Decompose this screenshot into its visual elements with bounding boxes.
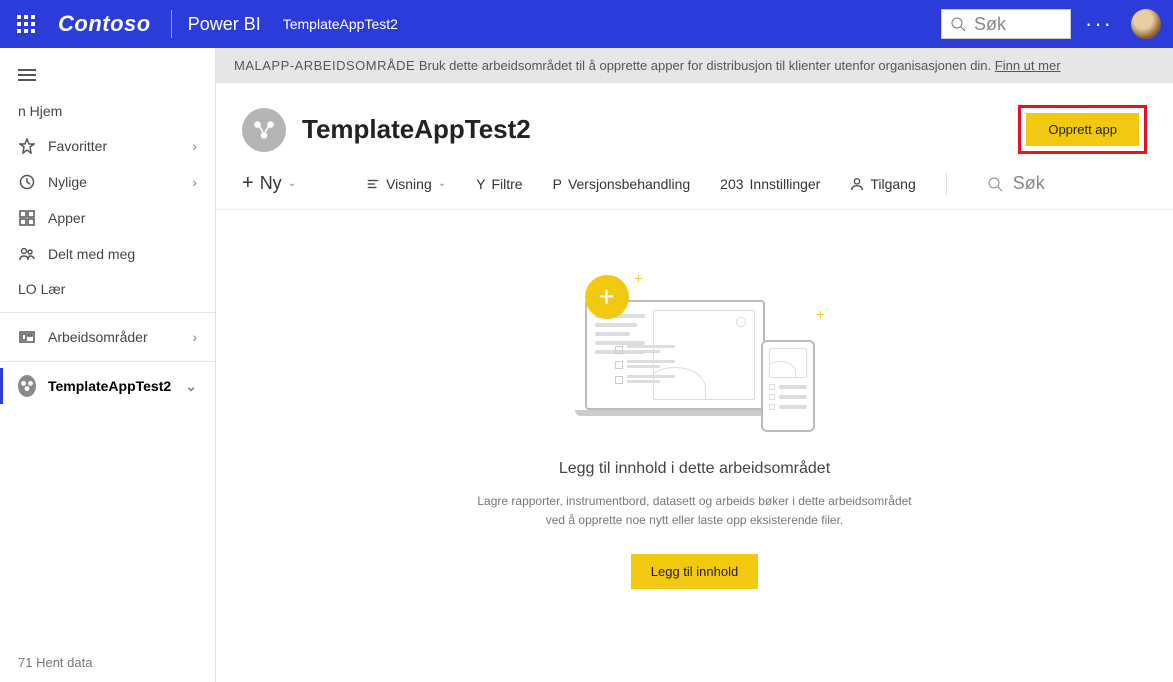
nav-get-data[interactable]: 71 Hent data (0, 643, 215, 682)
more-menu-icon[interactable]: ··· (1085, 11, 1113, 37)
chevron-down-icon: ⌄ (288, 178, 296, 189)
clock-icon (18, 173, 36, 191)
search-icon (987, 176, 1003, 192)
access-button[interactable]: Tilgang (850, 176, 915, 192)
product-name[interactable]: Power BI (188, 14, 261, 35)
empty-description: Lagre rapporter, instrumentbord, dataset… (475, 492, 915, 530)
workspace-icon (18, 328, 36, 346)
person-icon (850, 177, 864, 191)
brand-logo: Contoso (58, 11, 151, 37)
view-button[interactable]: Visning⌄ (366, 176, 446, 192)
info-banner: MALAPP-ARBEIDSOMRÅDE Bruk dette arbeidso… (216, 48, 1173, 83)
workspace-avatar-icon (242, 108, 286, 152)
hamburger-icon[interactable] (0, 60, 215, 94)
star-icon (18, 137, 36, 155)
chevron-right-icon: › (192, 329, 197, 345)
search-placeholder: Søk (974, 14, 1006, 35)
new-button[interactable]: + Ny ⌄ (242, 172, 296, 195)
workspace-title: TemplateAppTest2 (302, 114, 1018, 145)
search-icon (950, 16, 966, 32)
chevron-down-icon: ⌄ (185, 378, 197, 395)
create-app-highlight: Opprett app (1018, 105, 1147, 154)
learn-more-link[interactable]: Finn ut mer (995, 58, 1061, 73)
nav-favorites[interactable]: Favoritter › (0, 128, 215, 164)
workspace-selected-icon (18, 377, 36, 395)
add-content-button[interactable]: Legg til innhold (631, 554, 758, 589)
filters-button[interactable]: Y Filtre (476, 176, 522, 192)
nav-apps[interactable]: Apper (0, 200, 215, 236)
empty-title: Legg til innhold i dette arbeidsområdet (559, 460, 830, 478)
version-button[interactable]: P Versjonsbehandling (553, 176, 691, 192)
top-bar: Contoso Power BI TemplateAppTest2 Søk ··… (0, 0, 1173, 48)
global-search[interactable]: Søk (941, 9, 1071, 39)
plus-circle-icon: + (585, 275, 629, 319)
view-icon (366, 177, 380, 191)
apps-icon (18, 209, 36, 227)
nav-shared[interactable]: Delt med meg (0, 236, 215, 272)
user-avatar[interactable] (1131, 9, 1161, 39)
chevron-down-icon: ⌄ (438, 178, 446, 189)
empty-state: + + + (216, 210, 1173, 682)
workspace-header: TemplateAppTest2 Opprett app (216, 83, 1173, 164)
divider (171, 10, 172, 38)
chevron-right-icon: › (192, 138, 197, 154)
toolbar-search[interactable]: Søk (987, 173, 1045, 194)
toolbar: + Ny ⌄ Visning⌄ Y Filtre P Versjonsbehan… (216, 164, 1173, 210)
create-app-button[interactable]: Opprett app (1026, 113, 1139, 146)
plus-icon: + (242, 172, 254, 195)
content-area: MALAPP-ARBEIDSOMRÅDE Bruk dette arbeidso… (216, 48, 1173, 682)
nav-recent[interactable]: Nylige › (0, 164, 215, 200)
sidebar: n Hjem Favoritter › Nylige › Apper Delt … (0, 48, 216, 682)
breadcrumb-app[interactable]: TemplateAppTest2 (283, 16, 398, 32)
settings-button[interactable]: 203 Innstillinger (720, 176, 820, 192)
nav-workspaces[interactable]: Arbeidsområder › (0, 319, 215, 355)
nav-current-workspace[interactable]: TemplateAppTest2 ⌄ (0, 368, 215, 404)
nav-learn[interactable]: LO Lær (0, 272, 215, 306)
nav-home[interactable]: n Hjem (0, 94, 215, 128)
empty-illustration: + + + (565, 270, 825, 440)
people-icon (18, 245, 36, 263)
app-launcher-icon[interactable] (12, 10, 40, 38)
chevron-right-icon: › (192, 174, 197, 190)
